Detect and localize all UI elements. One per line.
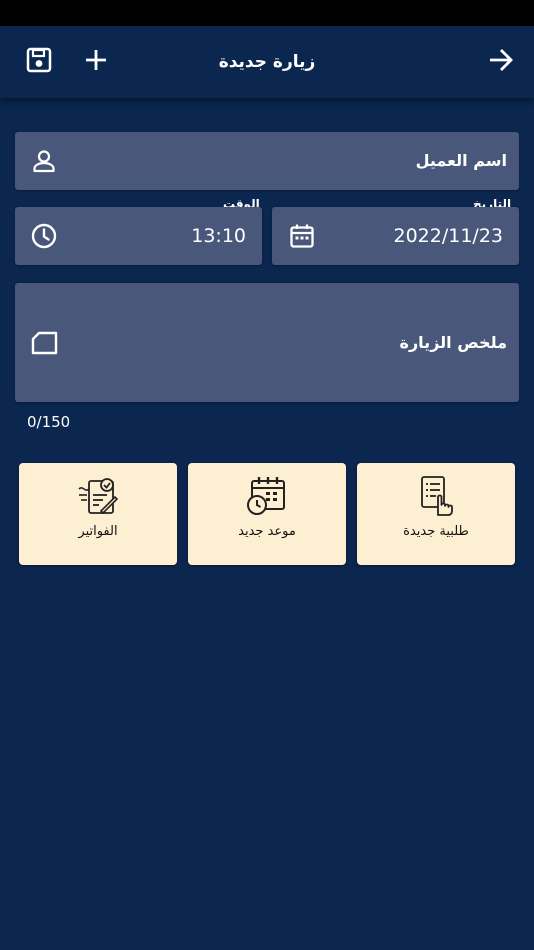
invoices-card[interactable]: الفواتير: [19, 463, 177, 565]
add-button[interactable]: [78, 44, 114, 80]
save-button[interactable]: [21, 44, 57, 80]
forward-button[interactable]: [483, 44, 519, 80]
calendar-clock-icon: [246, 475, 288, 517]
calendar-icon: [288, 222, 316, 250]
plus-icon: [83, 47, 109, 77]
status-bar: [0, 0, 534, 26]
checklist-hand-icon: [416, 475, 456, 517]
date-value: 2022/11/23: [393, 225, 503, 247]
customer-name-field[interactable]: اسم العميل: [15, 132, 519, 190]
visit-summary-placeholder: ملخص الزيارة: [399, 333, 507, 352]
date-field[interactable]: 2022/11/23: [272, 207, 519, 265]
visit-summary-field[interactable]: ملخص الزيارة: [15, 283, 519, 402]
new-order-label: طلبية جديدة: [403, 524, 469, 539]
clock-icon: [30, 222, 58, 250]
invoices-label: الفواتير: [78, 524, 118, 539]
label-icon: [30, 329, 60, 357]
character-counter: 0/150: [27, 413, 71, 431]
new-appointment-label: موعد جديد: [238, 524, 296, 539]
invoice-icon: [77, 475, 119, 517]
new-appointment-card[interactable]: موعد جديد: [188, 463, 346, 565]
person-icon: [31, 148, 57, 174]
customer-name-placeholder: اسم العميل: [415, 151, 507, 170]
app-bar: زيارة جديدة: [0, 26, 534, 98]
time-value: 13:10: [191, 225, 246, 247]
time-field[interactable]: 13:10: [15, 207, 262, 265]
save-icon: [25, 46, 53, 78]
new-order-card[interactable]: طلبية جديدة: [357, 463, 515, 565]
arrow-forward-icon: [487, 46, 515, 78]
